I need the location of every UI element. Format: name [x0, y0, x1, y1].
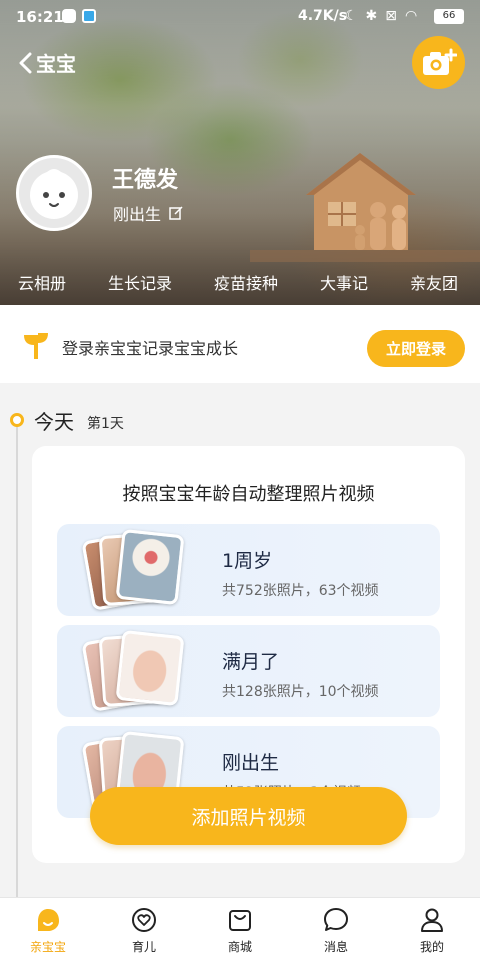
- album-photo-stack: [81, 528, 197, 611]
- timeline-dot: [10, 413, 24, 427]
- feature-tabs: 云相册 生长记录 疫苗接种 大事记 亲友团: [0, 270, 480, 294]
- nav-label: 育儿: [131, 940, 156, 954]
- photo-thumbnail: [115, 528, 185, 606]
- album-meta: 共128张照片，10个视频: [222, 684, 379, 700]
- login-prompt: 登录亲宝宝记录宝宝成长: [62, 339, 239, 358]
- album-name: 刚出生: [222, 752, 280, 774]
- album-item-full-month[interactable]: 满月了 共128张照片，10个视频: [57, 625, 440, 717]
- shopping-bag-icon: [229, 910, 251, 931]
- back-label: 宝宝: [36, 52, 76, 76]
- nav-parenting[interactable]: 育儿: [104, 906, 184, 955]
- nav-label: 亲宝宝: [29, 940, 66, 954]
- chevron-left-icon: [19, 52, 32, 73]
- card-title: 按照宝宝年龄自动整理照片视频: [122, 484, 375, 505]
- timeline-today: 今天: [34, 410, 74, 434]
- wooden-house-icon: [306, 153, 416, 250]
- home-bubble-icon: [38, 909, 59, 931]
- nav-mine[interactable]: 我的: [392, 906, 472, 955]
- baby-avatar[interactable]: [16, 155, 92, 231]
- baby-age-edit[interactable]: 刚出生: [113, 201, 183, 225]
- network-speed: 4.7K/s: [298, 8, 348, 24]
- battery-icon: 66: [434, 9, 464, 24]
- user-icon: [421, 908, 443, 932]
- tab-family-group[interactable]: 亲友团: [410, 270, 458, 294]
- status-time: 16:21: [16, 8, 64, 26]
- app-notification-icon-2: [82, 9, 96, 23]
- nav-label: 我的: [419, 940, 444, 954]
- status-icons: ☾✱⊠◠: [345, 8, 426, 24]
- nav-messages[interactable]: 消息: [296, 906, 376, 955]
- back-button[interactable]: 宝宝: [18, 48, 76, 77]
- camera-add-button[interactable]: [412, 36, 465, 89]
- camera-plus-icon: [422, 48, 457, 75]
- add-photo-video-button[interactable]: 添加照片视频: [90, 787, 407, 845]
- nav-label: 消息: [323, 940, 348, 954]
- login-banner: 登录亲宝宝记录宝宝成长 立即登录: [0, 305, 480, 383]
- photo-thumbnail: [115, 629, 185, 707]
- album-meta: 共752张照片，63个视频: [222, 583, 379, 599]
- baby-age-label: 刚出生: [113, 205, 162, 224]
- heart-icon: [132, 908, 156, 932]
- timeline-line: [16, 420, 18, 900]
- nav-mall[interactable]: 商城: [200, 906, 280, 955]
- tab-milestones[interactable]: 大事记: [320, 270, 368, 294]
- tab-growth-record[interactable]: 生长记录: [108, 270, 172, 294]
- sprout-icon: [24, 333, 48, 359]
- message-icon: [324, 908, 348, 931]
- day-count: 第1天: [87, 416, 124, 432]
- edit-icon: [169, 206, 183, 220]
- album-photo-stack: [81, 629, 197, 712]
- login-button[interactable]: 立即登录: [367, 330, 465, 367]
- nav-label: 商城: [227, 940, 252, 954]
- bottom-navigation: 亲宝宝 育儿 商城 消息 我的: [0, 897, 480, 960]
- app-notification-icon: [62, 9, 76, 23]
- tab-vaccination[interactable]: 疫苗接种: [214, 270, 278, 294]
- baby-name: 王德发: [112, 168, 179, 193]
- album-name: 1周岁: [222, 550, 273, 572]
- status-bar: 16:21 4.7K/s ☾✱⊠◠ 66: [0, 0, 480, 34]
- album-name: 满月了: [222, 651, 280, 673]
- baby-face-icon: [30, 169, 78, 219]
- nav-home[interactable]: 亲宝宝: [8, 906, 88, 955]
- album-item-one-year[interactable]: 1周岁 共752张照片，63个视频: [57, 524, 440, 616]
- tab-cloud-album[interactable]: 云相册: [18, 270, 66, 294]
